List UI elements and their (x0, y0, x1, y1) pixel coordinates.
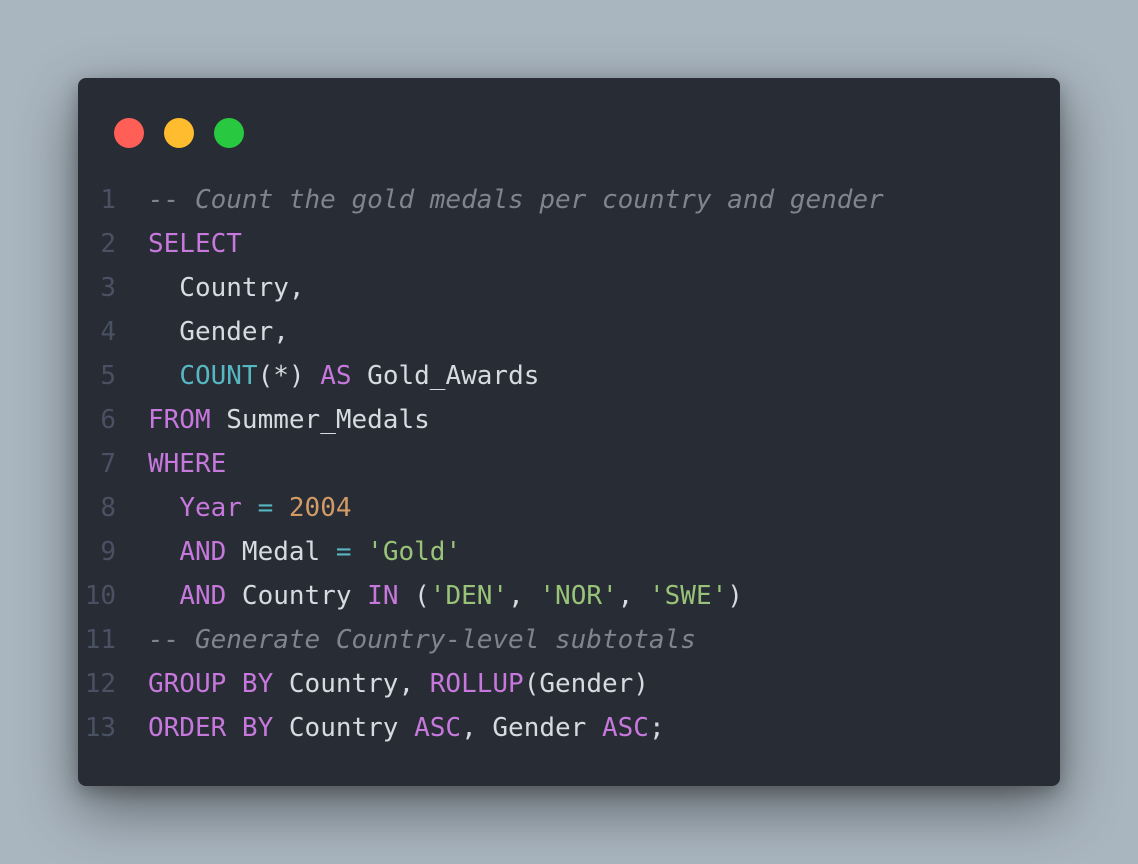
code-token-keyword: IN (367, 581, 399, 611)
code-token-keyword: ASC (601, 713, 649, 743)
line-number: 6 (100, 405, 116, 435)
code-text: Year = 2004 (148, 486, 352, 530)
code-token-plain: (Gender) (523, 669, 649, 699)
code-token-plain: Gold_Awards (351, 361, 540, 391)
code-token-keyword: AS (320, 361, 352, 391)
code-token-operator: = (257, 493, 274, 523)
code-text: FROM Summer_Medals (148, 398, 430, 442)
maximize-button[interactable] (214, 118, 244, 148)
code-line: 8 Year = 2004 (78, 486, 884, 530)
code-text: -- Generate Country-level subtotals (148, 618, 696, 662)
window-controls (114, 118, 244, 148)
code-text: AND Country IN ('DEN', 'NOR', 'SWE') (148, 574, 743, 618)
code-line: 13 ORDER BY Country ASC, Gender ASC; (78, 706, 884, 750)
code-token-plain: Country (226, 581, 368, 611)
code-token-comment: -- Count the gold medals per country and… (148, 185, 884, 215)
code-token-number: 2004 (288, 493, 352, 523)
code-token-operator: = (335, 537, 352, 567)
line-number: 11 (84, 625, 116, 655)
code-text: Gender, (148, 310, 289, 354)
code-token-string: 'SWE' (648, 581, 728, 611)
code-token-plain: Country (273, 713, 415, 743)
code-text: COUNT(*) AS Gold_Awards (148, 354, 539, 398)
line-number: 2 (100, 229, 116, 259)
code-token-string: 'NOR' (539, 581, 618, 611)
code-token-plain: ) (727, 581, 743, 611)
code-block: 1 -- Count the gold medals per country an… (78, 178, 884, 750)
code-token-plain: Summer_Medals (210, 405, 430, 435)
code-token-plain: , (617, 581, 649, 611)
code-token-keyword: AND (179, 537, 227, 567)
code-text: ORDER BY Country ASC, Gender ASC; (148, 706, 665, 750)
code-line: 9 AND Medal = 'Gold' (78, 530, 884, 574)
code-text: -- Count the gold medals per country and… (148, 178, 884, 222)
code-token-plain: ; (648, 713, 665, 743)
code-token-keyword: GROUP BY (148, 669, 274, 699)
code-token-keyword: ORDER BY (148, 713, 274, 743)
code-token-plain: , Gender (461, 713, 602, 743)
code-token-string: 'DEN' (429, 581, 509, 611)
code-token-plain: Country, (148, 273, 305, 303)
code-token-plain: , (508, 581, 540, 611)
line-number: 7 (100, 449, 116, 479)
line-number: 13 (84, 713, 116, 743)
code-line: 7 WHERE (78, 442, 884, 486)
code-line: 11 -- Generate Country-level subtotals (78, 618, 884, 662)
code-token-plain: Medal (226, 537, 336, 567)
code-token-keyword: AND (179, 581, 227, 611)
code-token-string: 'Gold' (367, 537, 462, 567)
code-line: 1 -- Count the gold medals per country an… (78, 178, 884, 222)
line-number: 9 (100, 537, 116, 567)
line-number: 10 (84, 581, 116, 611)
code-token-comment: -- Generate Country-level subtotals (148, 625, 696, 655)
code-line: 5 COUNT(*) AS Gold_Awards (78, 354, 884, 398)
code-line: 12 GROUP BY Country, ROLLUP(Gender) (78, 662, 884, 706)
code-line: 2 SELECT (78, 222, 884, 266)
code-text: GROUP BY Country, ROLLUP(Gender) (148, 662, 649, 706)
code-token-function: COUNT (179, 361, 258, 391)
code-text: WHERE (148, 442, 226, 486)
code-token-keyword: ASC (414, 713, 462, 743)
code-window: 1 -- Count the gold medals per country an… (78, 78, 1060, 786)
code-token-keyword: FROM (148, 405, 211, 435)
line-number: 5 (100, 361, 116, 391)
code-text: Country, (148, 266, 305, 310)
line-number: 12 (84, 669, 116, 699)
line-number: 1 (100, 185, 116, 215)
code-line: 3 Country, (78, 266, 884, 310)
code-token-plain: Gender, (148, 317, 289, 347)
line-number: 8 (100, 493, 116, 523)
code-token-plain: (*) (257, 361, 321, 391)
code-text: AND Medal = 'Gold' (148, 530, 461, 574)
code-line: 4 Gender, (78, 310, 884, 354)
minimize-button[interactable] (164, 118, 194, 148)
code-line: 10 AND Country IN ('DEN', 'NOR', 'SWE') (78, 574, 884, 618)
code-token-keyword: Year (179, 493, 242, 523)
code-text: SELECT (148, 222, 242, 266)
line-number: 4 (100, 317, 116, 347)
code-token-plain: ( (398, 581, 430, 611)
close-button[interactable] (114, 118, 144, 148)
line-number: 3 (100, 273, 116, 303)
code-token-keyword: WHERE (148, 449, 227, 479)
code-token-keyword: SELECT (148, 229, 242, 259)
code-line: 6 FROM Summer_Medals (78, 398, 884, 442)
code-token-plain: Country, (273, 669, 430, 699)
code-token-keyword: ROLLUP (429, 669, 524, 699)
